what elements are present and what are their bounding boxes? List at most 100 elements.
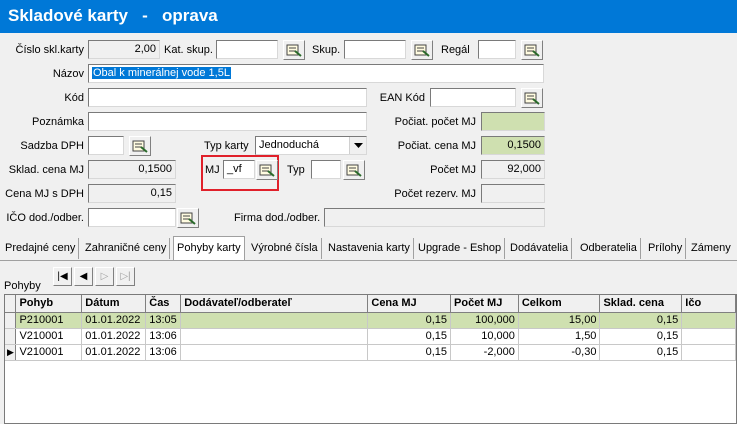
col-cena-mj[interactable]: Cena MJ: [367, 295, 452, 313]
kod-field[interactable]: [88, 88, 367, 107]
row-indicator: [5, 328, 17, 345]
regal-field[interactable]: [478, 40, 516, 59]
cell-celkom: 15,00: [518, 312, 601, 329]
cell-dodavatel: [180, 344, 369, 361]
skup-picker-icon[interactable]: [411, 40, 433, 60]
mj-field[interactable]: _vf: [223, 160, 255, 179]
cell-cena-mj: 0,15: [367, 312, 452, 329]
col-sklad-cena[interactable]: Sklad. cena: [599, 295, 683, 313]
table-row[interactable]: ▶ V210001 01.01.2022 13:06 0,15 -2,000 -…: [5, 344, 736, 361]
col-pohyb[interactable]: Pohyb: [15, 295, 83, 313]
sadzba-picker-icon[interactable]: [129, 136, 151, 156]
tab-prilohy[interactable]: Prílohy: [645, 238, 687, 259]
col-datum[interactable]: Dátum: [81, 295, 147, 313]
cell-datum: 01.01.2022: [81, 344, 147, 361]
pocet-field[interactable]: 92,000: [481, 160, 545, 179]
typ-picker-icon[interactable]: [343, 160, 365, 180]
pohyby-table: Pohyb Dátum Čas Dodávateľ/odberateľ Cena…: [5, 295, 736, 361]
col-pocet-mj[interactable]: Počet MJ: [450, 295, 519, 313]
sadzba-field[interactable]: [88, 136, 124, 155]
tab-predajne-ceny[interactable]: Predajné ceny: [2, 238, 80, 259]
cell-pocet-mj: -2,000: [450, 344, 519, 361]
cell-cas: 13:06: [145, 344, 182, 361]
mj-picker-icon[interactable]: [256, 160, 278, 180]
cell-dodavatel: [180, 312, 369, 329]
cell-pohyb: V210001: [15, 328, 83, 345]
cell-cas: 13:06: [145, 328, 182, 345]
col-cas[interactable]: Čas: [145, 295, 182, 313]
table-row[interactable]: V210001 01.01.2022 13:06 0,15 10,000 1,5…: [5, 328, 736, 345]
tab-dodavatelia[interactable]: Dodávatelia: [507, 238, 573, 259]
cell-cena-mj: 0,15: [367, 344, 452, 361]
kat-skup-field[interactable]: [216, 40, 278, 59]
tab-vyrobne-cisla[interactable]: Výrobné čísla: [248, 238, 322, 259]
prev-record-icon[interactable]: ◀: [74, 267, 93, 286]
tab-divider: [0, 260, 737, 261]
cena-dph-field[interactable]: 0,15: [88, 184, 176, 203]
pociat-pocet-field[interactable]: [481, 112, 545, 131]
cell-dodavatel: [180, 328, 369, 345]
ico-field[interactable]: [88, 208, 176, 227]
typ-label: Typ: [287, 164, 305, 176]
firma-field[interactable]: [324, 208, 545, 227]
poznamka-label: Poznámka: [32, 116, 84, 128]
typ-karty-value: Jednoduchá: [259, 139, 319, 151]
typ-field[interactable]: [311, 160, 341, 179]
cell-sklad-cena: 0,15: [599, 312, 683, 329]
tab-zameny[interactable]: Zámeny: [688, 238, 734, 259]
pociat-cena-field[interactable]: 0,1500: [481, 136, 545, 155]
kat-skup-picker-icon[interactable]: [283, 40, 305, 60]
pohyby-grid[interactable]: Pohyb Dátum Čas Dodávateľ/odberateľ Cena…: [4, 294, 737, 424]
cell-pocet-mj: 10,000: [450, 328, 519, 345]
row-indicator-header: [5, 295, 17, 313]
typ-karty-select[interactable]: Jednoduchá: [255, 136, 367, 155]
chevron-down-icon[interactable]: [349, 137, 366, 154]
table-row[interactable]: P210001 01.01.2022 13:05 0,15 100,000 15…: [5, 312, 736, 329]
cell-datum: 01.01.2022: [81, 312, 147, 329]
ean-field[interactable]: [430, 88, 516, 107]
cell-cena-mj: 0,15: [367, 328, 452, 345]
rezerv-label: Počet rezerv. MJ: [394, 188, 476, 200]
cell-sklad-cena: 0,15: [599, 344, 683, 361]
cell-pocet-mj: 100,000: [450, 312, 519, 329]
regal-picker-icon[interactable]: [521, 40, 543, 60]
cell-ico: [681, 344, 736, 361]
tab-upgrade-eshop[interactable]: Upgrade - Eshop: [415, 238, 506, 259]
pohyby-label: Pohyby: [4, 280, 41, 292]
skup-field[interactable]: [344, 40, 406, 59]
last-record-icon[interactable]: ▷|: [116, 267, 135, 286]
col-celkom[interactable]: Celkom: [518, 295, 601, 313]
tab-zahranicne-ceny[interactable]: Zahraničné ceny: [82, 238, 171, 259]
cislo-label: Číslo skl.karty: [15, 44, 84, 56]
next-record-icon[interactable]: ▷: [95, 267, 114, 286]
cena-dph-label: Cena MJ s DPH: [5, 188, 84, 200]
poznamka-field[interactable]: [88, 112, 367, 131]
row-indicator: ▶: [5, 344, 17, 361]
nazov-label: Názov: [52, 68, 84, 80]
ico-picker-icon[interactable]: [177, 208, 199, 228]
sklad-cena-label: Sklad. cena MJ: [8, 164, 84, 176]
cell-pohyb: P210001: [15, 312, 83, 329]
ean-picker-icon[interactable]: [521, 88, 543, 108]
tab-odberatelia[interactable]: Odberatelia: [577, 238, 641, 259]
cell-celkom: -0,30: [518, 344, 601, 361]
pocet-label: Počet MJ: [430, 164, 476, 176]
first-record-icon[interactable]: |◀: [53, 267, 72, 286]
cislo-field[interactable]: 2,00: [88, 40, 160, 59]
rezerv-field[interactable]: [481, 184, 545, 203]
firma-label: Firma dod./odber.: [234, 212, 321, 224]
row-pointer-icon: ▶: [7, 347, 14, 357]
mj-label: MJ: [205, 164, 220, 176]
col-ico[interactable]: Ičo: [681, 295, 736, 313]
col-dodavatel[interactable]: Dodávateľ/odberateľ: [180, 295, 369, 313]
tab-pohyby-karty[interactable]: Pohyby karty: [173, 236, 245, 260]
nazov-value: Obal k minerálnej vode 1,5L: [92, 67, 231, 79]
sklad-cena-field[interactable]: 0,1500: [88, 160, 176, 179]
tab-nastavenia-karty[interactable]: Nastavenia karty: [325, 238, 414, 259]
skup-label: Skup.: [312, 44, 341, 56]
cell-celkom: 1,50: [518, 328, 601, 345]
kod-label: Kód: [64, 92, 84, 104]
regal-label: Regál: [441, 44, 470, 56]
nazov-field[interactable]: Obal k minerálnej vode 1,5L: [88, 64, 544, 83]
row-indicator: [5, 312, 17, 329]
